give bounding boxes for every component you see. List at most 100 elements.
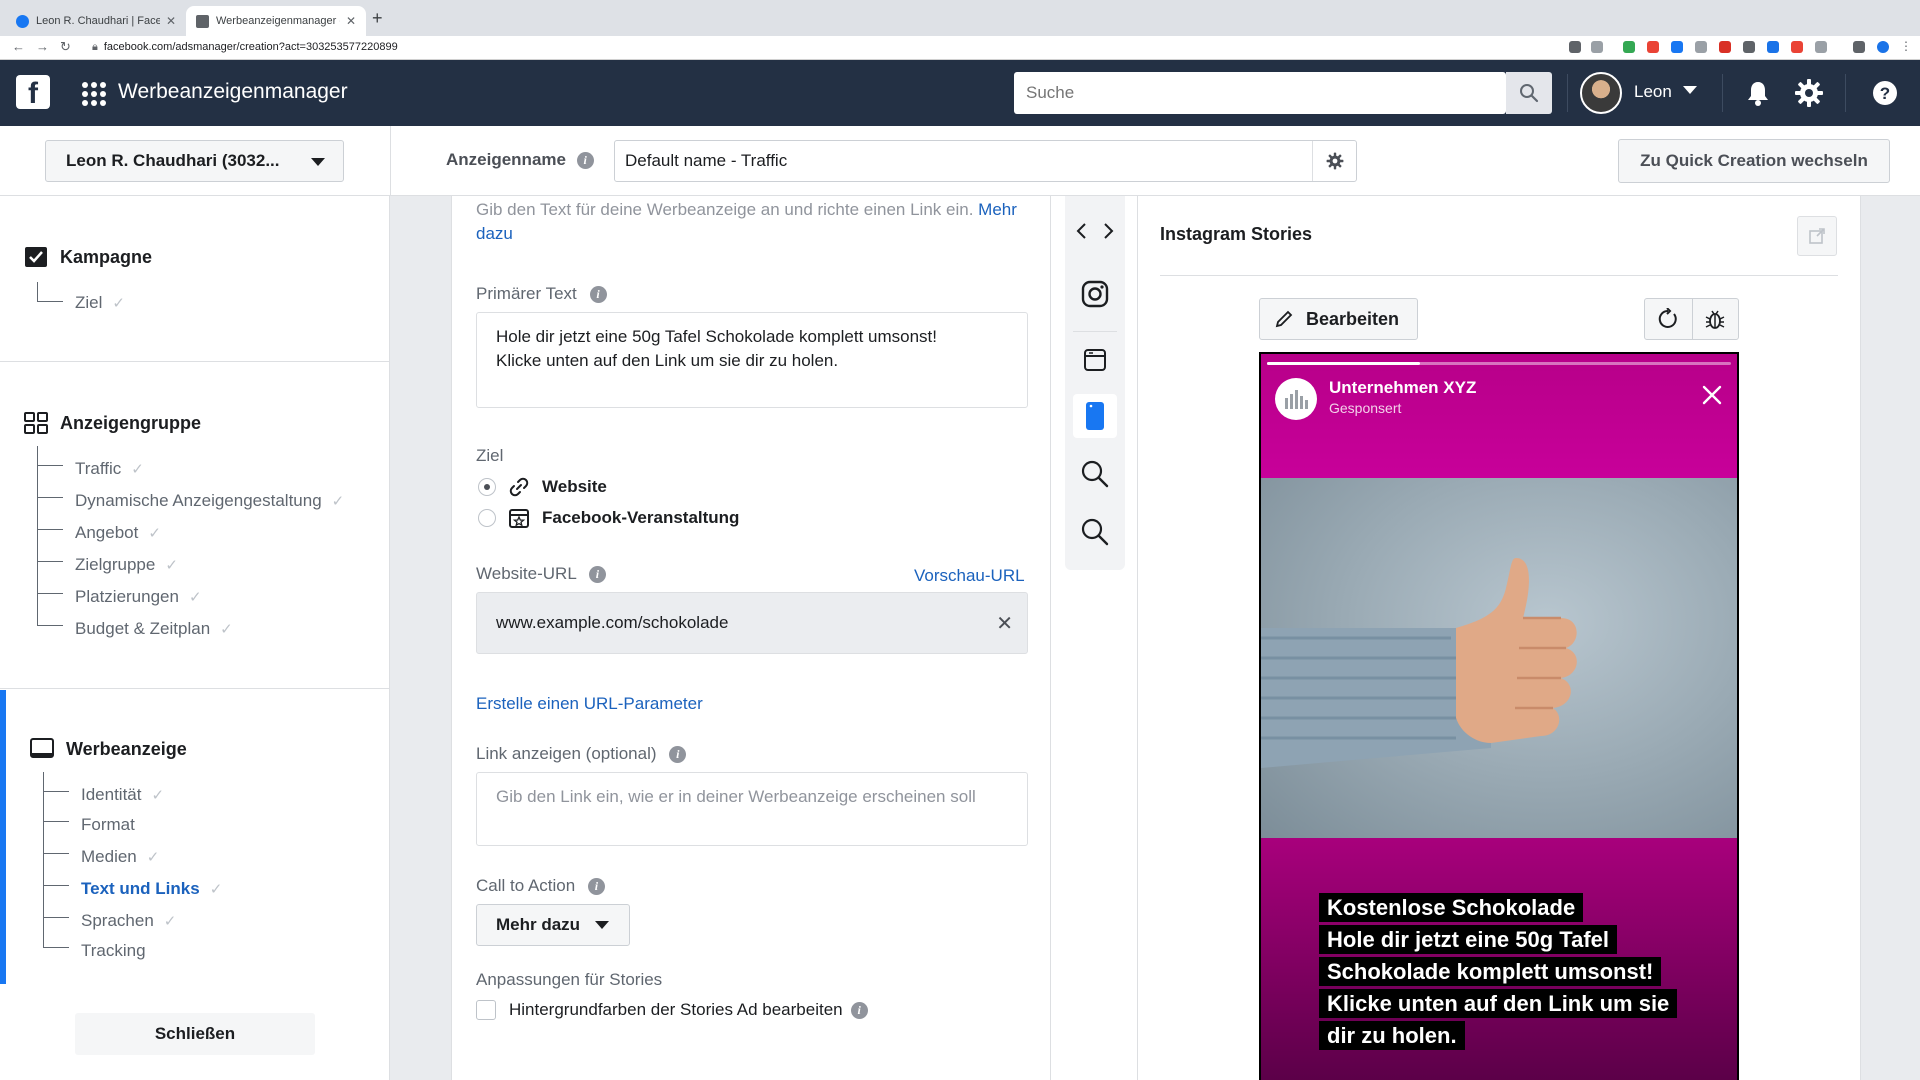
avatar[interactable] [1580,72,1622,114]
quick-creation-button[interactable]: Zu Quick Creation wechseln [1618,139,1890,183]
goal-option-website[interactable]: Website [478,476,607,498]
sidebar-item-tracking[interactable]: Tracking [81,941,156,961]
refresh-preview-button[interactable] [1645,299,1692,339]
sidebar-item-ziel[interactable]: Ziel ✓ [75,293,125,313]
facebook-logo-icon[interactable]: f [16,75,50,110]
placement-stories[interactable] [1073,394,1117,438]
stories-background-option[interactable]: Hintergrundfarben der Stories Ad bearbei… [476,1000,868,1020]
preview-placement-title: Instagram Stories [1160,224,1313,244]
ad-name-settings-button[interactable] [1312,141,1356,181]
display-link-field [476,772,1028,846]
display-link-input[interactable] [477,773,1027,845]
chevron-right-icon[interactable] [1097,220,1119,242]
chevron-down-icon[interactable] [1683,86,1697,94]
primary-text-input[interactable]: Hole dir jetzt eine 50g Tafel Schokolade… [476,312,1028,408]
stories-background-checkbox[interactable] [476,1000,496,1020]
sidebar-item-placements[interactable]: Platzierungen ✓ [75,587,202,607]
placement-search[interactable] [1073,452,1117,496]
browser-menu-icon[interactable]: ⋮ [1900,39,1912,53]
url-field[interactable]: 🔒︎ facebook.com/adsmanager/creation?act=3… [92,41,398,54]
sidebar-item-traffic[interactable]: Traffic ✓ [75,459,144,479]
clear-icon[interactable]: ✕ [996,611,1013,636]
placement-search-results[interactable] [1073,510,1117,554]
sidebar-item-offer[interactable]: Angebot ✓ [75,523,161,543]
sidebar-item-dynamic-creative[interactable]: Dynamische Anzeigengestaltung ✓ [75,491,344,511]
ad-name-input[interactable] [615,141,1305,181]
check-icon: ✓ [188,589,202,606]
sidebar-section-campaign[interactable]: Kampagne [24,246,152,268]
search-input[interactable] [1014,72,1504,114]
browser-tab[interactable]: Leon R. Chaudhari | Facebook ✕ [6,6,186,36]
goal-option-event[interactable]: Facebook-Veranstaltung [478,507,739,529]
tab-close-icon[interactable]: ✕ [166,14,176,28]
extension-icon[interactable] [1719,41,1731,53]
sidebar-item-format[interactable]: Format [81,815,145,835]
close-button[interactable]: Schließen [75,1013,315,1055]
radio-selected[interactable] [478,478,496,496]
sidebar-item-label: Budget & Zeitplan [75,619,211,638]
gear-icon[interactable] [1794,78,1824,108]
help-icon[interactable]: ? [1870,78,1900,108]
external-link-icon [1809,228,1825,244]
check-icon: ✓ [331,493,345,510]
stories-customization-label: Anpassungen für Stories [476,970,663,989]
sidebar-item-text-and-links[interactable]: Text und Links ✓ [81,879,222,899]
ad-monitor-icon [30,738,54,758]
edit-preview-button[interactable]: Bearbeiten [1259,298,1418,340]
tab-close-icon[interactable]: ✕ [346,14,356,28]
extension-icon[interactable] [1671,41,1683,53]
placement-feed[interactable] [1073,338,1117,382]
sidebar-section-ad[interactable]: Werbeanzeige [30,738,187,760]
info-icon[interactable]: i [588,566,606,584]
info-icon[interactable]: i [589,286,607,304]
extension-icon[interactable] [1791,41,1803,53]
ad-account-selector[interactable]: Leon R. Chaudhari (3032... [45,140,344,182]
preview-url-link[interactable]: Vorschau-URL [914,566,1025,586]
profile-icon[interactable] [1877,41,1889,53]
adset-grid-icon [24,412,48,434]
placement-divider [1073,331,1117,332]
extension-icon[interactable] [1743,41,1755,53]
bookmark-star-icon[interactable] [1591,41,1603,53]
sidebar-item-identity[interactable]: Identität ✓ [81,785,164,805]
sidebar-item-languages[interactable]: Sprachen ✓ [81,911,176,931]
sidebar-section-adset[interactable]: Anzeigengruppe [24,412,201,434]
cta-dropdown[interactable]: Mehr dazu [476,904,630,946]
checkbox-checked-icon [25,247,47,267]
forward-icon[interactable]: → [36,39,49,54]
extension-icon[interactable] [1815,41,1827,53]
back-icon[interactable]: ← [12,39,25,54]
reload-icon[interactable]: ↻ [60,39,71,55]
info-icon[interactable]: i [850,1001,868,1019]
goal-label: Ziel [476,446,504,465]
search-button[interactable] [1506,72,1552,114]
sidebar-item-media[interactable]: Medien ✓ [81,847,159,867]
placement-instagram[interactable] [1073,272,1117,316]
thumbs-up-photo [1261,558,1577,768]
website-url-input[interactable] [477,593,977,653]
reading-list-icon[interactable] [1853,41,1865,53]
search-icon [1081,460,1109,488]
sidebar-item-budget[interactable]: Budget & Zeitplan ✓ [75,619,233,639]
sidebar-item-label: Format [81,815,135,834]
report-bug-button[interactable] [1691,299,1739,339]
browser-tab-active[interactable]: Werbeanzeigenmanager - Cre… ✕ [186,6,366,36]
zoom-icon[interactable] [1569,41,1581,53]
sidebar-item-audience[interactable]: Zielgruppe ✓ [75,555,178,575]
info-icon[interactable]: i [576,152,594,170]
new-tab-icon[interactable]: + [372,8,383,29]
user-name[interactable]: Leon [1634,82,1672,102]
extension-icon[interactable] [1647,41,1659,53]
apps-grid-icon[interactable] [82,82,106,106]
notifications-bell-icon[interactable] [1743,78,1773,108]
info-icon[interactable]: i [669,746,687,764]
radio-unselected[interactable] [478,509,496,527]
url-parameter-link[interactable]: Erstelle einen URL-Parameter [476,694,703,714]
chevron-left-icon[interactable] [1071,220,1093,242]
app-title[interactable]: Werbeanzeigenmanager [118,80,348,104]
extension-icon[interactable] [1695,41,1707,53]
info-icon[interactable]: i [587,878,605,896]
extension-icon[interactable] [1623,41,1635,53]
extension-icon[interactable] [1767,41,1779,53]
open-preview-external-button[interactable] [1797,216,1837,256]
